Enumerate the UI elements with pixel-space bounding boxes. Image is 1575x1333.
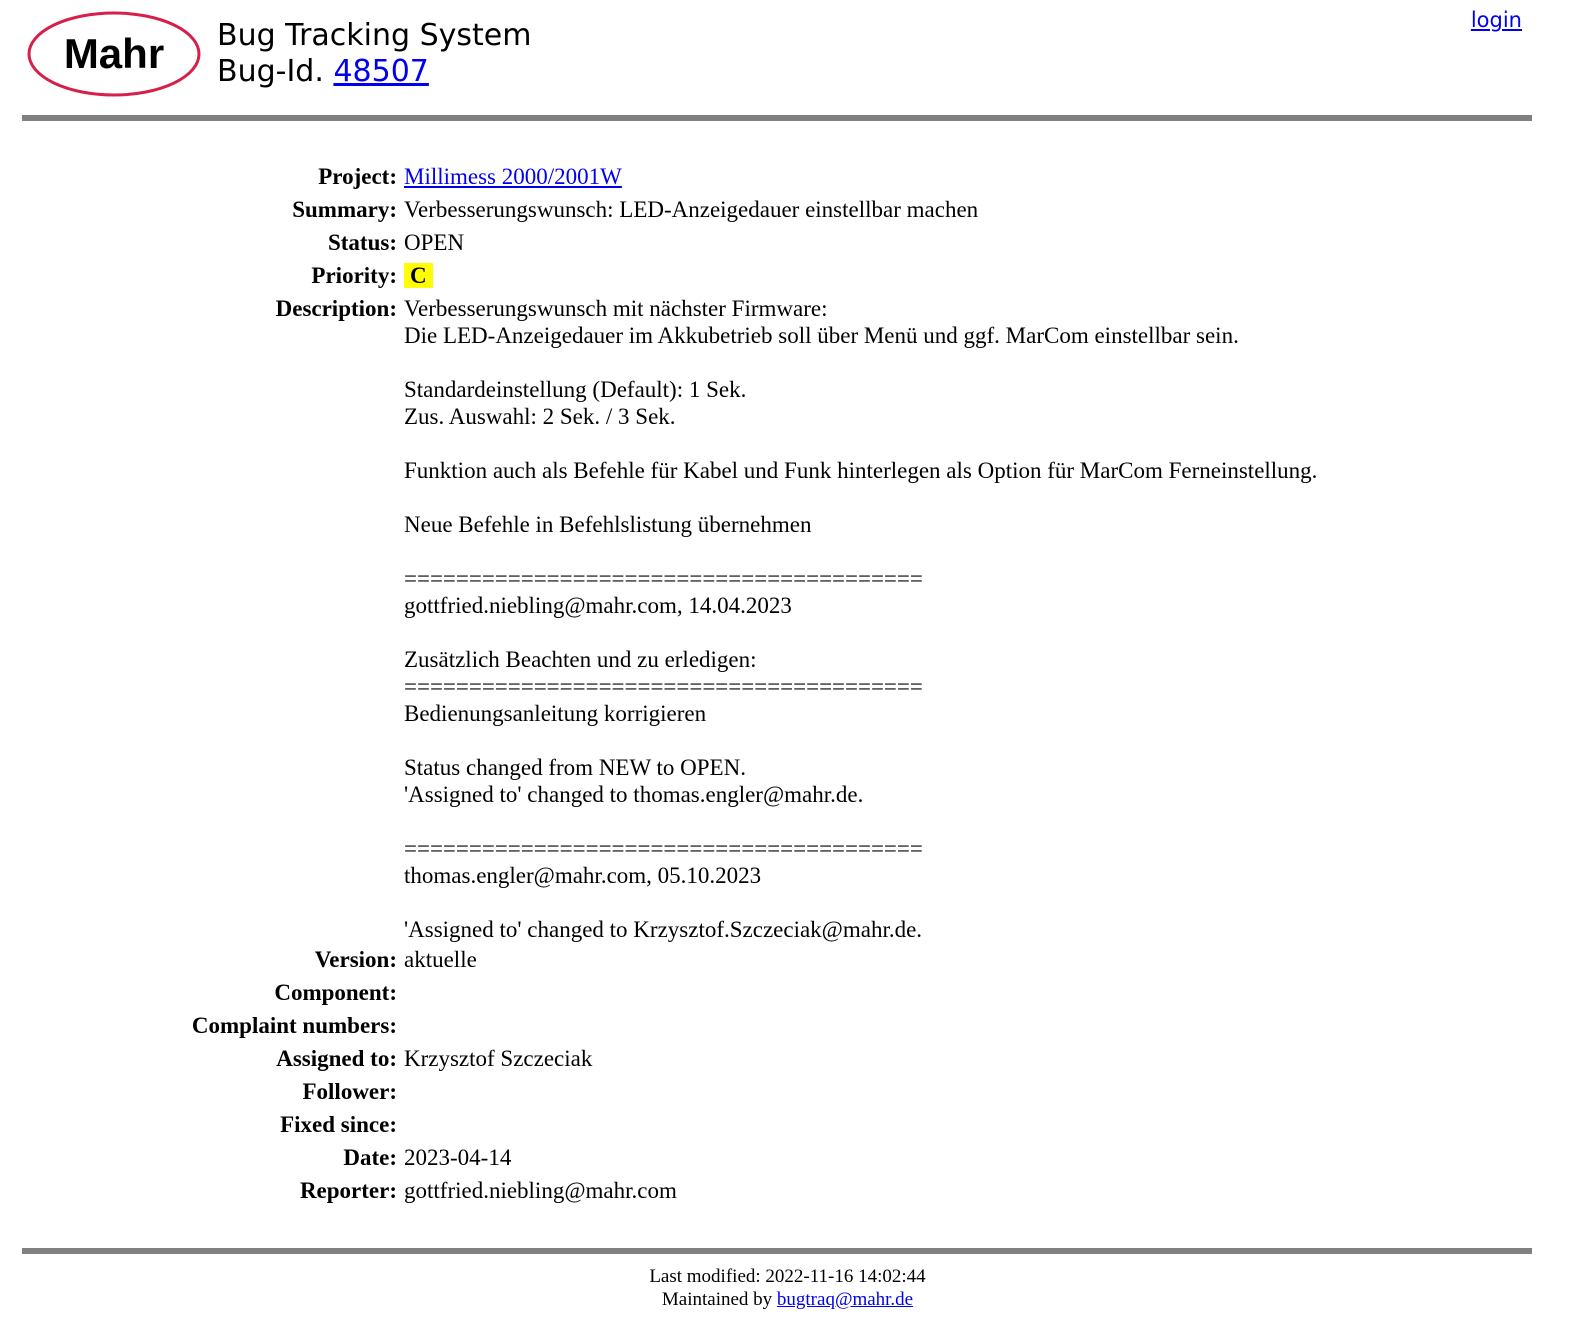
summary-value: Verbesserungswunsch: LED-Anzeigedauer ei…: [404, 197, 979, 222]
bug-id-prefix: Bug-Id.: [217, 54, 324, 89]
project-link[interactable]: Millimess 2000/2001W: [404, 164, 622, 189]
field-component: Component:: [0, 976, 1575, 1009]
maintainer-email-link[interactable]: bugtraq@mahr.de: [777, 1289, 913, 1310]
status-value: OPEN: [404, 230, 465, 255]
field-label: Reporter:: [299, 1178, 397, 1203]
field-label: Follower:: [302, 1079, 397, 1104]
field-reporter: Reporter: gottfried.niebling@mahr.com: [0, 1174, 1575, 1207]
last-modified: Last modified: 2022-11-16 14:02:44: [649, 1266, 926, 1287]
reporter-value: gottfried.niebling@mahr.com: [404, 1178, 677, 1203]
field-status: Status: OPEN: [0, 226, 1575, 259]
field-label: Component:: [274, 980, 397, 1005]
field-project: Project: Millimess 2000/2001W: [0, 160, 1575, 193]
fixed-since-value: [404, 1108, 1575, 1141]
field-label: Summary:: [292, 197, 397, 222]
field-label: Assigned to:: [276, 1046, 397, 1071]
follower-value: [404, 1075, 1575, 1108]
maintained-by: Maintained by bugtraq@mahr.de: [0, 1288, 1575, 1311]
component-value: [404, 976, 1575, 1009]
field-summary: Summary: Verbesserungswunsch: LED-Anzeig…: [0, 193, 1575, 226]
field-label: Status:: [327, 230, 397, 255]
page-header: Mahr Bug Tracking System Bug-Id. 48507 l…: [0, 0, 1575, 120]
field-label: Fixed since:: [280, 1112, 397, 1137]
field-assigned-to: Assigned to: Krzysztof Szczeciak: [0, 1042, 1575, 1075]
field-description: Description: Verbesserungswunsch mit näc…: [0, 292, 1575, 943]
field-version: Version: aktuelle: [0, 943, 1575, 976]
header-divider: [22, 115, 1532, 121]
system-title: Bug Tracking System: [217, 18, 532, 53]
field-label: Complaint numbers:: [191, 1013, 397, 1038]
field-label: Date:: [343, 1145, 397, 1170]
field-date: Date: 2023-04-14: [0, 1141, 1575, 1174]
maintained-by-label: Maintained by: [661, 1289, 773, 1310]
footer-divider: [22, 1248, 1532, 1254]
app-title: Bug Tracking System Bug-Id. 48507: [217, 18, 531, 90]
version-value: aktuelle: [404, 947, 477, 972]
assigned-to-value: Krzysztof Szczeciak: [404, 1046, 593, 1071]
bug-id-link[interactable]: 48507: [333, 54, 428, 89]
field-priority: Priority: C: [0, 259, 1575, 292]
priority-badge: C: [404, 263, 433, 288]
page-footer: Last modified: 2022-11-16 14:02:44 Maint…: [0, 1265, 1575, 1311]
description-value: Verbesserungswunsch mit nächster Firmwar…: [404, 296, 1318, 942]
bug-id-line: Bug-Id. 48507: [217, 54, 531, 90]
field-follower: Follower:: [0, 1075, 1575, 1108]
bug-details: Project: Millimess 2000/2001W Summary: V…: [0, 160, 1575, 1207]
complaint-numbers-value: [404, 1009, 1575, 1042]
field-label: Project:: [318, 164, 397, 189]
mahr-logo: Mahr: [27, 11, 201, 97]
date-value: 2023-04-14: [404, 1145, 512, 1170]
field-label: Version:: [314, 947, 397, 972]
svg-text:Mahr: Mahr: [64, 30, 164, 77]
field-complaint-numbers: Complaint numbers:: [0, 1009, 1575, 1042]
field-label: Priority:: [311, 263, 397, 288]
field-fixed-since: Fixed since:: [0, 1108, 1575, 1141]
login-link[interactable]: login: [1471, 8, 1522, 32]
field-label: Description:: [275, 296, 397, 321]
